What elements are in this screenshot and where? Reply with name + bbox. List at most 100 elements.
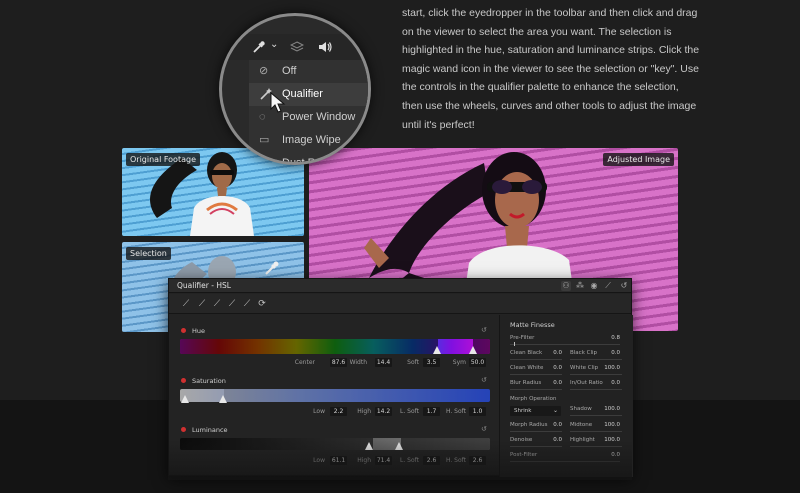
3d-mode-icon[interactable]: ⟋: [603, 281, 613, 291]
denoise-slider[interactable]: [510, 446, 562, 447]
picker-plus-icon[interactable]: ⟋: [211, 298, 223, 310]
white-clip-value[interactable]: 100.0: [600, 365, 620, 371]
hue-enable-dot[interactable]: [181, 328, 186, 333]
saturation-hsoft-value[interactable]: 1.0: [469, 407, 486, 416]
picker-icon[interactable]: ⟋: [180, 298, 192, 310]
luminance-hsoft-value[interactable]: 2.6: [469, 456, 486, 465]
reset-icon[interactable]: ↺: [619, 281, 629, 291]
luminance-reset-icon[interactable]: ↺: [481, 425, 487, 433]
luminance-low-label: Low: [313, 457, 325, 464]
speaker-icon[interactable]: [317, 40, 333, 54]
clean-white-value[interactable]: 0.0: [542, 365, 562, 371]
highlight-slider[interactable]: [570, 446, 622, 447]
clean-white-slider[interactable]: [510, 374, 562, 375]
original-footage-label: Original Footage: [126, 153, 200, 166]
midtone-label: Midtone: [570, 422, 593, 428]
hue-strip[interactable]: [180, 339, 490, 354]
hue-reset-icon[interactable]: ↺: [481, 326, 487, 334]
morph-radius-value[interactable]: 0.0: [542, 422, 562, 428]
clean-black-slider[interactable]: [510, 359, 562, 360]
in-out-ratio-value[interactable]: 0.0: [600, 380, 620, 386]
black-clip-value[interactable]: 0.0: [600, 350, 620, 356]
shadow-slider[interactable]: [570, 415, 622, 416]
luminance-high-label: High: [357, 457, 371, 464]
morph-operation-select-value: Shrink: [514, 408, 532, 414]
black-clip-slider[interactable]: [570, 359, 622, 360]
hue-center-label: Center: [294, 359, 315, 366]
luminance-high-handle[interactable]: [395, 442, 403, 450]
pre-filter-slider[interactable]: [510, 344, 620, 345]
saturation-low-handle[interactable]: [181, 395, 189, 403]
saturation-high-handle[interactable]: [219, 395, 227, 403]
hue-high-handle[interactable]: [469, 346, 477, 354]
morph-operation-select[interactable]: Shrink ⌄: [510, 406, 561, 416]
luminance-section-header[interactable]: Luminance: [181, 426, 228, 434]
picker-minus-icon[interactable]: ⟋: [196, 298, 208, 310]
qualifier-header: Qualifier - HSL ⚇ ⁂ ◉ ⟋ ↺: [169, 279, 631, 293]
layers-icon[interactable]: [290, 40, 304, 54]
menu-item-qualifier[interactable]: Qualifier: [249, 83, 368, 106]
blur-radius-label: Blur Radius: [510, 380, 542, 386]
luminance-hsoft-label: H. Soft: [445, 457, 466, 464]
softness-plus-icon[interactable]: ⟋: [241, 298, 253, 310]
morph-radius-slider[interactable]: [510, 431, 562, 432]
morph-operation-label: Morph Operation: [510, 396, 557, 402]
saturation-reset-icon[interactable]: ↺: [481, 376, 487, 384]
hue-section-header[interactable]: Hue: [181, 327, 205, 335]
luminance-strip[interactable]: [180, 438, 490, 450]
menu-item-power-window-label: Power Window: [282, 111, 356, 123]
clean-black-value[interactable]: 0.0: [542, 350, 562, 356]
eyedropper-icon[interactable]: [252, 40, 266, 54]
pre-filter-knob[interactable]: [514, 342, 515, 346]
luma-mode-icon[interactable]: ◉: [589, 281, 599, 291]
pre-filter-value[interactable]: 0.8: [600, 335, 620, 341]
menu-item-image-wipe[interactable]: ▭ Image Wipe: [249, 129, 368, 152]
hue-sym-label: Sym: [452, 359, 466, 366]
white-clip-label: White Clip: [570, 365, 599, 371]
luminance-low-handle[interactable]: [365, 442, 373, 450]
post-filter-slider[interactable]: [510, 461, 620, 462]
luminance-enable-dot[interactable]: [181, 427, 186, 432]
invert-icon[interactable]: ⟳: [256, 298, 268, 310]
post-filter-value[interactable]: 0.0: [600, 452, 620, 458]
midtone-value[interactable]: 100.0: [600, 422, 620, 428]
shadow-value[interactable]: 100.0: [600, 406, 620, 412]
saturation-enable-dot[interactable]: [181, 378, 186, 383]
hue-label: Hue: [192, 327, 206, 335]
menu-item-power-window[interactable]: ◌ Power Window: [249, 106, 368, 129]
hue-params: Center 87.6 Width 14.4 Soft 3.5 Sym 50.0: [169, 358, 499, 370]
menu-item-qualifier-label: Qualifier: [282, 88, 323, 100]
off-icon: ⊘: [259, 65, 269, 77]
hue-width-label: Width: [349, 359, 367, 366]
clean-black-label: Clean Black: [510, 350, 543, 356]
post-filter-label: Post-Filter: [510, 452, 538, 458]
hsl-mode-icon[interactable]: ⚇: [561, 281, 571, 291]
hue-sym-value[interactable]: 50.0: [469, 358, 486, 367]
white-clip-slider[interactable]: [570, 374, 622, 375]
midtone-slider[interactable]: [570, 431, 622, 432]
in-out-ratio-slider[interactable]: [570, 389, 622, 390]
menu-item-off-label: Off: [282, 65, 297, 77]
luminance-dim-right: [401, 438, 490, 450]
saturation-high-label: High: [357, 408, 371, 415]
saturation-lsoft-label: L. Soft: [400, 408, 419, 415]
blur-radius-slider[interactable]: [510, 389, 562, 390]
description-paragraph: start, click the eyedropper in the toolb…: [402, 7, 700, 131]
hue-low-handle[interactable]: [433, 346, 441, 354]
mouse-pointer-icon: [270, 92, 286, 113]
qualifier-panel: Qualifier - HSL ⚇ ⁂ ◉ ⟋ ↺ ⟋ ⟋ ⟋ ⟋ ⟋ ⟳ Hu…: [168, 278, 633, 477]
blur-radius-value[interactable]: 0.0: [542, 380, 562, 386]
highlight-value[interactable]: 100.0: [600, 437, 620, 443]
rgb-mode-icon[interactable]: ⁂: [575, 281, 585, 291]
matte-finesse-title: Matte Finesse: [510, 321, 555, 329]
menu-item-off[interactable]: ⊘ Off: [249, 60, 368, 83]
selection-label: Selection: [126, 247, 171, 260]
chevron-down-icon[interactable]: ⌄: [270, 39, 278, 50]
softness-minus-icon[interactable]: ⟋: [226, 298, 238, 310]
saturation-section-header[interactable]: Saturation: [181, 377, 226, 385]
denoise-value[interactable]: 0.0: [542, 437, 562, 443]
qualifier-title: Qualifier - HSL: [177, 281, 231, 290]
saturation-params: Low 2.2 High 14.2 L. Soft 1.7 H. Soft 1.…: [169, 407, 499, 419]
denoise-label: Denoise: [510, 437, 533, 443]
hsl-controls: Hue ↺ Center 87.6 Width 14.4 Soft 3.5 Sy…: [169, 315, 499, 477]
